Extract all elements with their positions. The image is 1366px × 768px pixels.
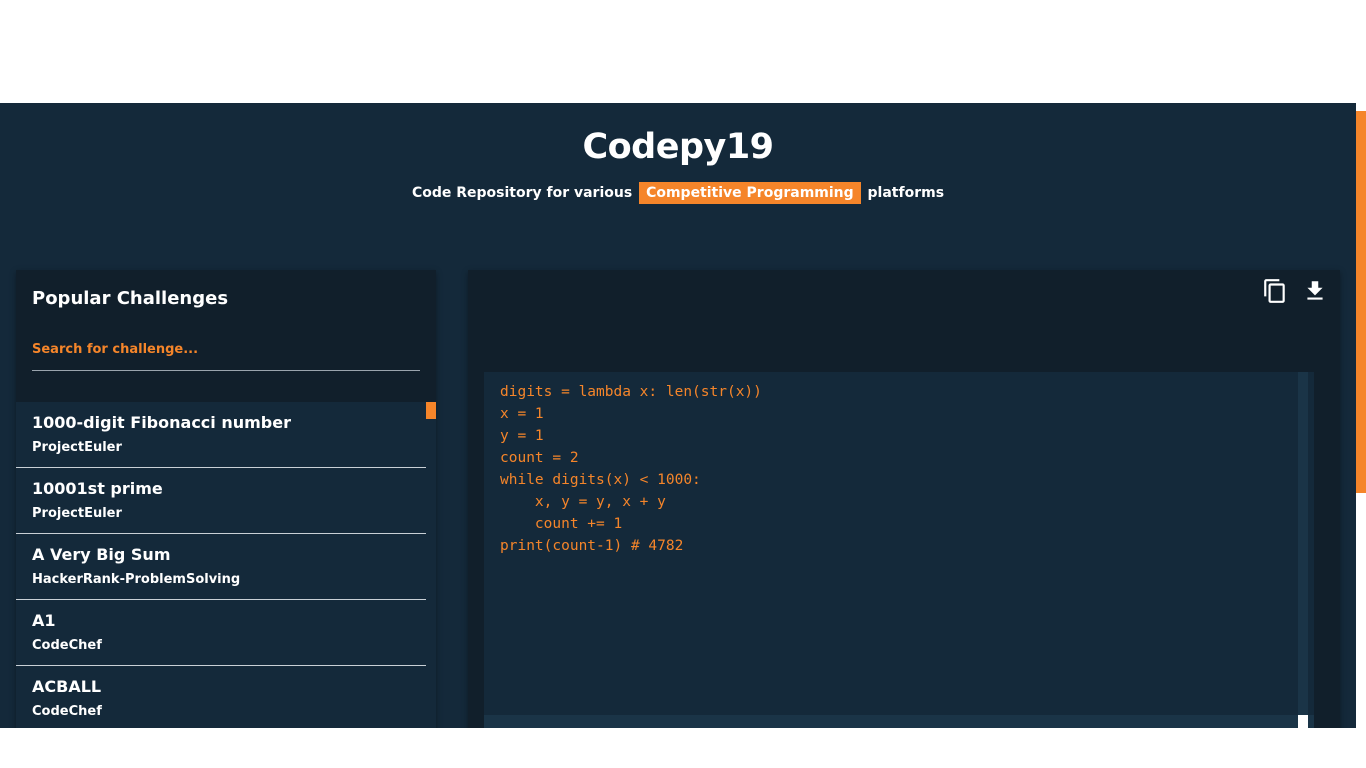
tagline-highlight: Competitive Programming: [639, 182, 861, 204]
copy-icon: [1264, 279, 1285, 303]
page-scrollbar[interactable]: [1356, 103, 1366, 728]
copy-button[interactable]: [1262, 278, 1288, 304]
list-item[interactable]: 1000-digit Fibonacci number ProjectEuler: [16, 402, 426, 468]
challenge-title: 1000-digit Fibonacci number: [32, 413, 291, 432]
tagline-suffix: platforms: [867, 185, 945, 201]
download-button[interactable]: [1302, 278, 1328, 304]
list-item[interactable]: 10001st prime ProjectEuler: [16, 468, 426, 534]
challenge-list-scroll-thumb[interactable]: [426, 402, 436, 419]
list-item[interactable]: A1 CodeChef: [16, 600, 426, 666]
search-field: [32, 336, 420, 371]
tagline: Code Repository for various Competitive …: [0, 182, 1356, 204]
challenge-title: A1: [32, 611, 56, 630]
code-editor[interactable]: digits = lambda x: len(str(x)) x = 1 y =…: [484, 372, 1314, 717]
challenge-title: 10001st prime: [32, 479, 163, 498]
scrollbar-corner: [1298, 715, 1308, 728]
page: Codepy19 Code Repository for various Com…: [0, 103, 1366, 728]
challenge-platform: ProjectEuler: [32, 506, 122, 521]
search-input[interactable]: [32, 336, 420, 362]
code-vertical-scrollbar[interactable]: [1298, 372, 1308, 715]
code-viewer-panel: digits = lambda x: len(str(x)) x = 1 y =…: [468, 270, 1340, 728]
popular-challenges-panel: Popular Challenges 1000-digit Fibonacci …: [16, 270, 436, 728]
challenge-platform: CodeChef: [32, 704, 102, 719]
download-icon: [1307, 281, 1323, 300]
challenge-platform: CodeChef: [32, 638, 102, 653]
code-content: digits = lambda x: len(str(x)) x = 1 y =…: [500, 384, 762, 554]
challenge-list-scrollbar[interactable]: [426, 402, 436, 728]
site-title: Codepy19: [582, 127, 774, 167]
sidebar-title: Popular Challenges: [32, 288, 229, 309]
list-item[interactable]: ACBALL CodeChef: [16, 666, 426, 728]
challenge-platform: ProjectEuler: [32, 440, 122, 455]
code-horizontal-scrollbar[interactable]: [484, 715, 1314, 728]
challenge-title: A Very Big Sum: [32, 545, 171, 564]
challenge-list: 1000-digit Fibonacci number ProjectEuler…: [16, 402, 426, 728]
challenge-platform: HackerRank-ProblemSolving: [32, 572, 241, 587]
challenge-title: ACBALL: [32, 677, 102, 696]
list-item[interactable]: A Very Big Sum HackerRank-ProblemSolving: [16, 534, 426, 600]
tagline-prefix: Code Repository for various: [411, 185, 633, 201]
page-scroll-thumb[interactable]: [1356, 111, 1366, 493]
